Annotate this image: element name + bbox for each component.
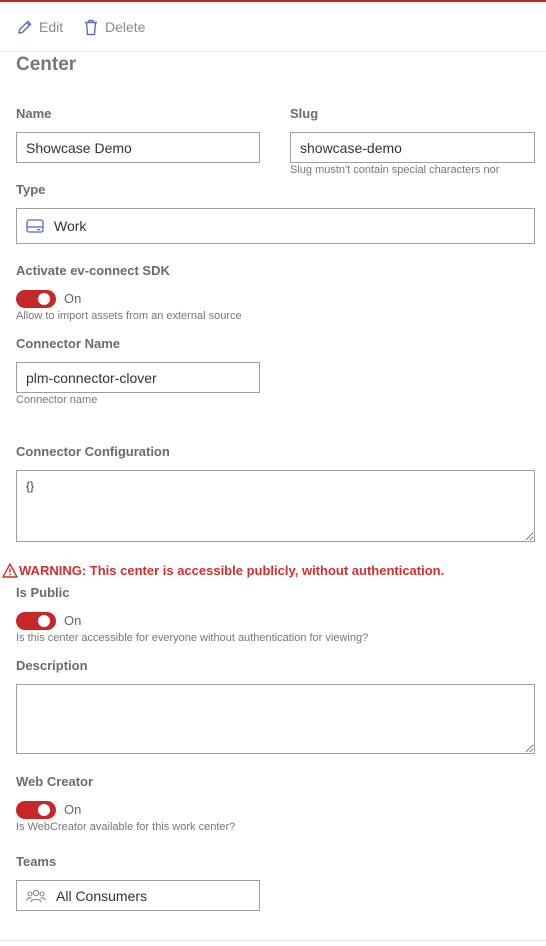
description-textarea[interactable] xyxy=(16,684,535,754)
type-select[interactable]: Work xyxy=(16,208,535,244)
connector-name-input[interactable] xyxy=(16,362,260,393)
teams-select[interactable]: All Consumers xyxy=(16,880,260,911)
sdk-toggle[interactable] xyxy=(16,290,56,308)
sdk-hint: Allow to import assets from an external … xyxy=(16,310,242,322)
connector-config-textarea[interactable]: {} xyxy=(16,470,535,542)
slug-label: Slug xyxy=(290,106,319,121)
name-label: Name xyxy=(16,106,52,121)
web-creator-label: Web Creator xyxy=(16,774,94,789)
trash-icon xyxy=(85,19,97,35)
web-creator-hint: Is WebCreator available for this work ce… xyxy=(16,821,236,833)
sdk-toggle-state: On xyxy=(64,291,82,306)
connector-name-hint: Connector name xyxy=(16,394,98,406)
toggle-knob xyxy=(38,615,50,627)
type-label: Type xyxy=(16,182,46,197)
connector-config-label: Connector Configuration xyxy=(16,444,170,459)
description-label: Description xyxy=(16,658,88,673)
web-creator-toggle[interactable] xyxy=(16,801,56,819)
delete-button[interactable]: Delete xyxy=(83,16,145,38)
hard-drive-icon xyxy=(26,219,44,233)
type-value: Work xyxy=(54,218,87,234)
warning-icon xyxy=(2,563,18,578)
teams-label: Teams xyxy=(16,854,57,869)
toggle-knob xyxy=(38,293,50,305)
slug-input[interactable] xyxy=(290,132,535,163)
toggle-knob xyxy=(38,804,50,816)
pencil-icon xyxy=(18,20,32,34)
users-icon xyxy=(26,889,46,902)
edit-label: Edit xyxy=(39,19,64,35)
public-warning: WARNING: This center is accessible publi… xyxy=(2,563,444,578)
is-public-toggle[interactable] xyxy=(16,612,56,630)
is-public-toggle-state: On xyxy=(64,613,82,628)
is-public-hint: Is this center accessible for everyone w… xyxy=(16,632,369,644)
warning-text: WARNING: This center is accessible publi… xyxy=(19,563,445,578)
toolbar: Edit Delete xyxy=(0,2,546,52)
name-input[interactable] xyxy=(16,132,260,163)
sdk-label: Activate ev-connect SDK xyxy=(16,263,170,278)
connector-name-label: Connector Name xyxy=(16,336,121,351)
teams-value: All Consumers xyxy=(56,887,148,904)
web-creator-toggle-state: On xyxy=(64,802,82,817)
is-public-label: Is Public xyxy=(16,585,70,600)
bottom-divider xyxy=(0,940,546,941)
delete-label: Delete xyxy=(105,19,146,35)
slug-hint: Slug mustn't contain special characters … xyxy=(290,164,500,176)
edit-button[interactable]: Edit xyxy=(17,16,63,38)
page-title: Center xyxy=(16,54,77,75)
